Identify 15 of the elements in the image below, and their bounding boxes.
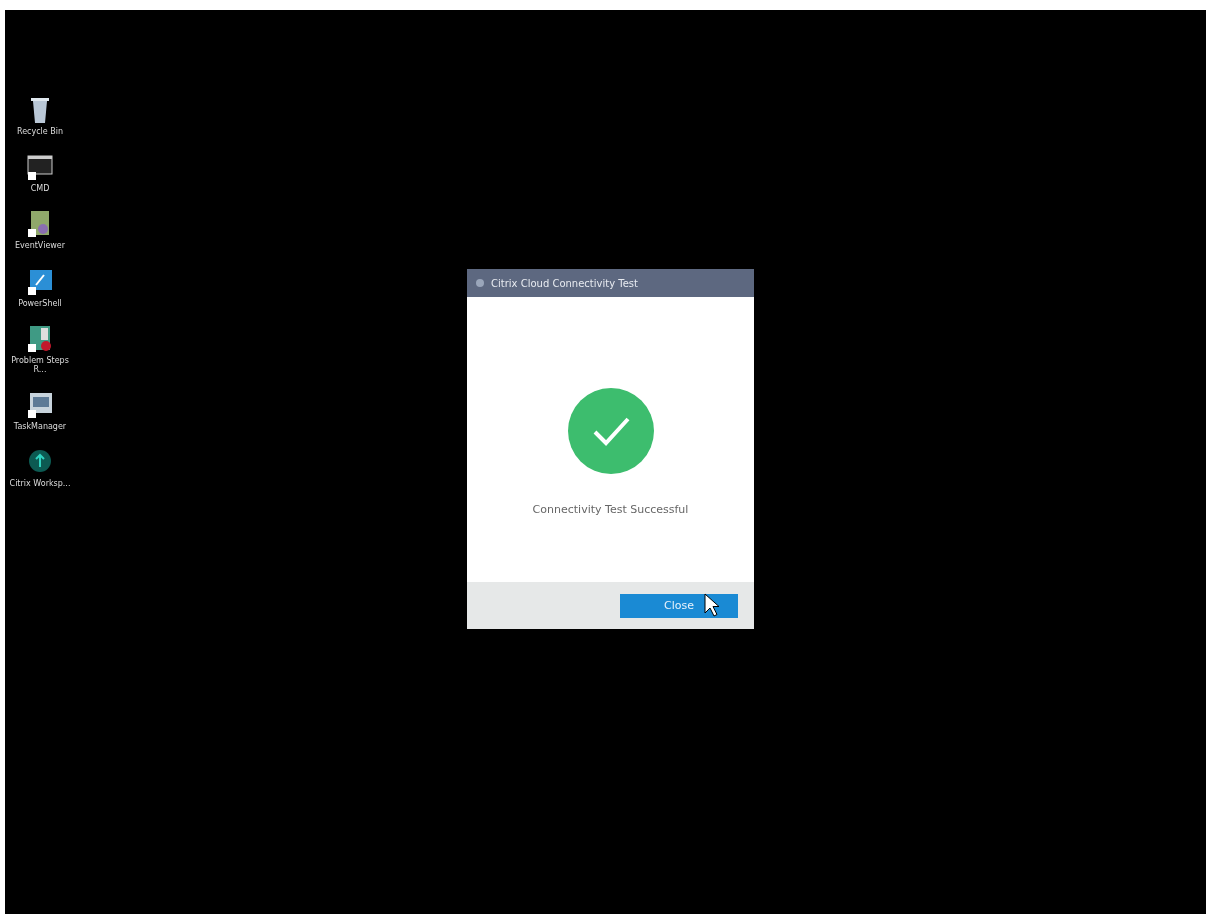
- desktop-icon-label[interactable]: EventViewer: [14, 241, 66, 251]
- mouse-cursor-icon: [704, 593, 720, 617]
- desktop-icon-label[interactable]: Citrix Worksp...: [9, 479, 71, 489]
- desktop-icon-label[interactable]: Recycle Bin: [16, 127, 64, 137]
- success-check-icon: [566, 387, 655, 475]
- window-title: Citrix Cloud Connectivity Test: [491, 277, 638, 289]
- app-icon: [475, 278, 485, 288]
- status-message: Connectivity Test Successful: [532, 503, 689, 516]
- app-shortcut-icon[interactable]: [26, 323, 54, 354]
- desktop-icon-label[interactable]: PowerShell: [18, 298, 62, 308]
- app-shortcut-icon[interactable]: [26, 152, 54, 183]
- desktop-icon-label[interactable]: Problem Steps R...: [9, 355, 71, 375]
- app-shortcut-icon[interactable]: [26, 390, 54, 421]
- desktop-icon-label[interactable]: CMD: [30, 184, 50, 194]
- desktop-icon-label[interactable]: TaskManager: [13, 422, 67, 432]
